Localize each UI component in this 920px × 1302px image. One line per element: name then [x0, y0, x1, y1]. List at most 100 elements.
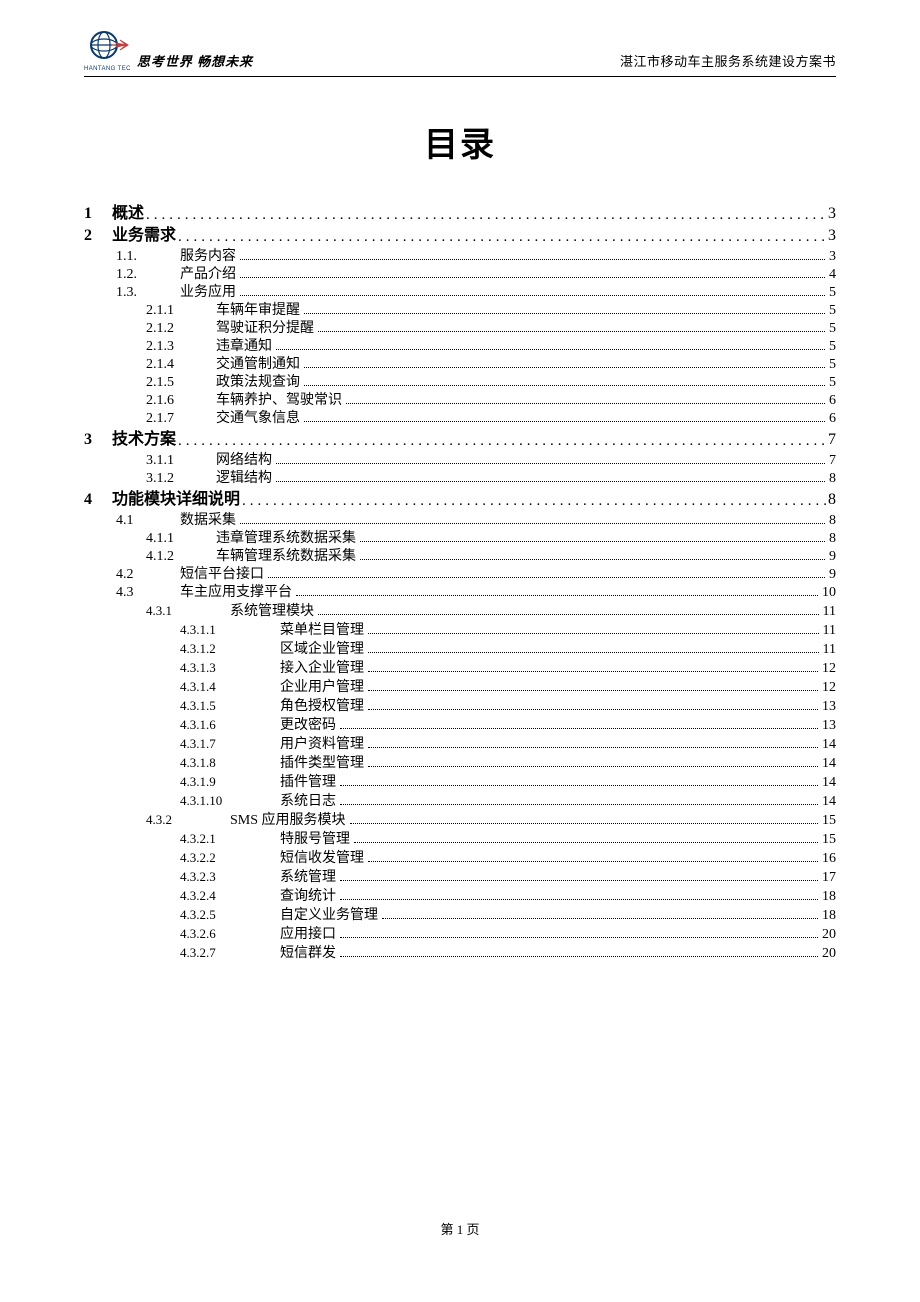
toc-leader-dots	[368, 690, 818, 691]
toc-entry-label: 政策法规查询	[216, 376, 300, 390]
toc-entry[interactable]: 2.1.3违章通知5	[146, 340, 836, 354]
toc-entry[interactable]: 4.3.1.6更改密码13	[180, 718, 836, 733]
toc-section-number: 2	[84, 228, 112, 244]
toc-page-number: 3	[828, 206, 836, 222]
document-title-small: 湛江市移动车主服务系统建设方案书	[620, 51, 836, 70]
toc-entry[interactable]: 4.1.1违章管理系统数据采集8	[146, 532, 836, 546]
toc-leader-dots	[368, 766, 818, 767]
toc-page-number: 14	[822, 795, 836, 809]
toc-leader-dots	[360, 559, 825, 560]
page-footer: 第 1 页	[0, 1219, 920, 1238]
toc-leader-dots	[350, 823, 818, 824]
toc-entry[interactable]: 4.1.2车辆管理系统数据采集9	[146, 550, 836, 564]
toc-entry-number: 4.3.2.3	[180, 870, 280, 883]
toc-entry[interactable]: 4.3.1.2区域企业管理11	[180, 642, 836, 657]
toc-entry[interactable]: 4.3.2.6应用接口20	[180, 927, 836, 942]
toc-page-number: 11	[823, 643, 836, 657]
toc-entry[interactable]: 4.3.2.5自定义业务管理18	[180, 908, 836, 923]
toc-entry-label: 用户资料管理	[280, 738, 364, 752]
toc-page-number: 10	[822, 586, 836, 600]
toc-leader-dots	[268, 577, 825, 578]
toc-entry-number: 4.3.1.9	[180, 775, 280, 788]
toc-entry[interactable]: 4.3.2.4查询统计18	[180, 889, 836, 904]
toc-entry-label: 产品介绍	[180, 268, 236, 282]
toc-leader-dots	[340, 804, 818, 805]
toc-entry[interactable]: 4.3.1.3接入企业管理12	[180, 661, 836, 676]
toc-entry[interactable]: 3.1.2逻辑结构8	[146, 472, 836, 486]
toc-entry-number: 4.1.1	[146, 532, 216, 546]
toc-entry[interactable]: 2.1.2驾驶证积分提醒5	[146, 322, 836, 336]
toc-page-number: 5	[829, 358, 836, 372]
toc-entry[interactable]: 4.3车主应用支撑平台10	[116, 586, 836, 600]
toc-entry[interactable]: 1概述3	[84, 206, 836, 222]
toc-entry-number: 2.1.1	[146, 304, 216, 318]
toc-entry[interactable]: 4.3.2.1特服号管理15	[180, 832, 836, 847]
toc-entry-number: 4.3.1.4	[180, 680, 280, 693]
toc-entry[interactable]: 4功能模块详细说明 8	[84, 492, 836, 508]
toc-page-number: 5	[829, 304, 836, 318]
toc-entry[interactable]: 2.1.5政策法规查询5	[146, 376, 836, 390]
toc-entry-label: 企业用户管理	[280, 681, 364, 695]
toc-leader-dots	[296, 595, 818, 596]
toc-leader-dots	[242, 494, 826, 509]
toc-leader-dots	[346, 403, 825, 404]
toc-entry-label: 业务应用	[180, 286, 236, 300]
toc-leader-dots	[382, 918, 818, 919]
toc-entry[interactable]: 4.3.1.10系统日志14	[180, 794, 836, 809]
toc-leader-dots	[340, 937, 818, 938]
toc-entry-label: SMS 应用服务模块	[230, 814, 346, 828]
toc-page-number: 16	[822, 852, 836, 866]
toc-entry[interactable]: 4.1数据采集8	[116, 514, 836, 528]
toc-entry-label: 技术方案	[112, 432, 176, 448]
toc-entry[interactable]: 4.3.1系统管理模块11	[146, 604, 836, 619]
toc-entry[interactable]: 4.3.1.5角色授权管理13	[180, 699, 836, 714]
toc-entry[interactable]: 4.3.2.3系统管理17	[180, 870, 836, 885]
toc-entry[interactable]: 3技术方案7	[84, 432, 836, 448]
toc-leader-dots	[360, 541, 825, 542]
toc-entry-number: 2.1.2	[146, 322, 216, 336]
header-left: HANTANG TEC 思考世界 畅想未来	[84, 30, 253, 72]
toc-entry[interactable]: 4.2短信平台接口9	[116, 568, 836, 582]
toc-entry-number: 4.3.1.3	[180, 661, 280, 674]
toc-entry[interactable]: 1.2.产品介绍4	[116, 268, 836, 282]
toc-entry[interactable]: 2.1.6车辆养护、驾驶常识6	[146, 394, 836, 408]
toc-entry-label: 功能模块详细说明	[112, 492, 240, 508]
toc-entry-label: 插件管理	[280, 776, 336, 790]
toc-page-number: 5	[829, 286, 836, 300]
toc-leader-dots	[240, 277, 825, 278]
toc-entry[interactable]: 4.3.2.7短信群发20	[180, 946, 836, 961]
toc-entry[interactable]: 2.1.7交通气象信息6	[146, 412, 836, 426]
toc-entry-number: 4.3.1	[146, 604, 230, 617]
toc-entry-number: 4.3.2.4	[180, 889, 280, 902]
toc-entry-label: 交通气象信息	[216, 412, 300, 426]
toc-entry[interactable]: 2业务需求3	[84, 228, 836, 244]
toc-entry[interactable]: 4.3.1.9插件管理14	[180, 775, 836, 790]
toc-entry-number: 4.3.1.10	[180, 794, 280, 807]
toc-entry[interactable]: 4.3.1.1菜单栏目管理11	[180, 623, 836, 638]
toc-entry-number: 4.1.2	[146, 550, 216, 564]
toc-entry[interactable]: 4.3.1.4企业用户管理 12	[180, 680, 836, 695]
toc-entry[interactable]: 2.1.1车辆年审提醒5	[146, 304, 836, 318]
toc-section-number: 4	[84, 492, 112, 508]
toc-entry[interactable]: 4.3.1.8插件类型管理14	[180, 756, 836, 771]
toc-page-number: 5	[829, 322, 836, 336]
toc-page-number: 14	[822, 757, 836, 771]
toc-entry[interactable]: 4.3.2SMS 应用服务模块15	[146, 813, 836, 828]
toc-page-number: 12	[822, 681, 836, 695]
toc-leader-dots	[340, 899, 818, 900]
toc-entry[interactable]: 2.1.4交通管制通知5	[146, 358, 836, 372]
toc-entry-number: 2.1.5	[146, 376, 216, 390]
toc-page-number: 8	[829, 514, 836, 528]
toc-entry[interactable]: 4.3.1.7用户资料管理14	[180, 737, 836, 752]
toc-leader-dots	[368, 861, 818, 862]
toc-entry-label: 业务需求	[112, 228, 176, 244]
toc-page-number: 8	[828, 492, 836, 508]
toc-section-number: 3	[84, 432, 112, 448]
toc-entry[interactable]: 4.3.2.2短信收发管理16	[180, 851, 836, 866]
toc-entry[interactable]: 1.1.服务内容3	[116, 250, 836, 264]
toc-entry-label: 角色授权管理	[280, 700, 364, 714]
toc-entry[interactable]: 1.3.业务应用5	[116, 286, 836, 300]
toc-entry-number: 4.3.2.7	[180, 946, 280, 959]
toc-leader-dots	[240, 295, 825, 296]
toc-entry[interactable]: 3.1.1网络结构7	[146, 454, 836, 468]
